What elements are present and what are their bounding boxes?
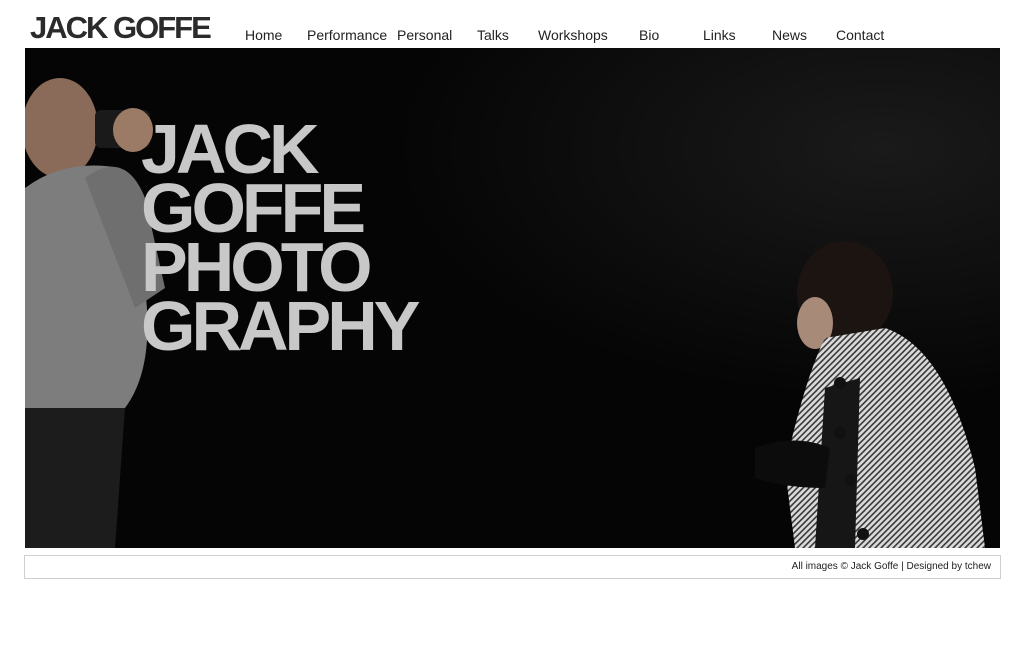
footer-credits: All images © Jack Goffe | Designed by tc… — [791, 561, 991, 572]
site-header: JACK GOFFE Home Performance Personal Tal… — [0, 0, 1024, 48]
hero-title-line: GRAPHY — [141, 287, 420, 365]
nav-performance[interactable]: Performance — [307, 27, 387, 43]
nav-contact[interactable]: Contact — [836, 27, 884, 43]
nav-links[interactable]: Links — [703, 27, 736, 43]
nav-personal[interactable]: Personal — [397, 27, 452, 43]
hero-title: JACK GOFFE PHOTO GRAPHY — [141, 114, 420, 365]
nav-workshops[interactable]: Workshops — [538, 27, 608, 43]
site-logo[interactable]: JACK GOFFE — [30, 10, 212, 46]
site-footer: All images © Jack Goffe | Designed by tc… — [24, 555, 1001, 579]
nav-home[interactable]: Home — [245, 27, 282, 43]
nav-bio[interactable]: Bio — [639, 27, 659, 43]
nav-news[interactable]: News — [772, 27, 807, 43]
nav-talks[interactable]: Talks — [477, 27, 509, 43]
hero-image: JACK GOFFE PHOTO GRAPHY — [25, 48, 1000, 548]
